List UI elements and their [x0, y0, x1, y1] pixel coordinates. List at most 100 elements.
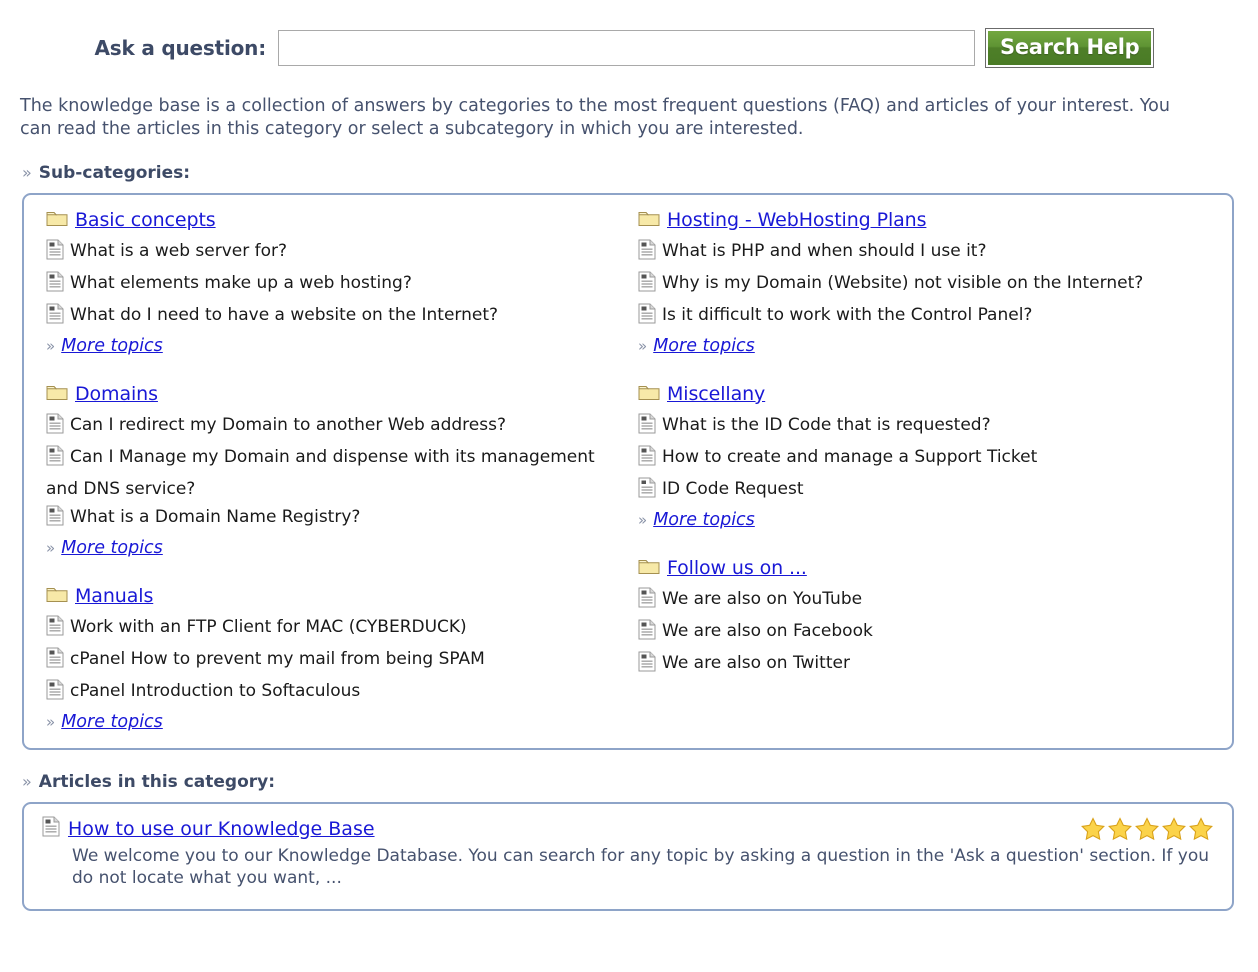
category-block: Hosting - WebHosting Plans What is PHP a… [638, 209, 1216, 356]
chevron-right-icon: » [22, 772, 32, 791]
search-bar: Ask a question: Search Help [0, 0, 1258, 71]
folder-icon [46, 383, 68, 405]
document-icon [46, 271, 64, 301]
category-header[interactable]: Miscellany [638, 383, 1216, 405]
topic-item[interactable]: What do I need to have a website on the … [46, 301, 618, 333]
category-header[interactable]: Hosting - WebHosting Plans [638, 209, 1216, 231]
more-topics-link[interactable]: More topics [61, 538, 163, 558]
document-icon [638, 619, 656, 649]
document-icon [638, 413, 656, 443]
topic-item[interactable]: We are also on Facebook [638, 617, 1216, 649]
topic-label: Is it difficult to work with the Control… [662, 305, 1033, 325]
subcategories-column-right: Hosting - WebHosting Plans What is PHP a… [628, 209, 1232, 732]
article-header[interactable]: How to use our Knowledge Base [42, 816, 1216, 841]
star-icon[interactable] [1080, 816, 1106, 846]
articles-heading-label: Articles in this category: [38, 772, 276, 792]
topic-label: What is PHP and when should I use it? [662, 241, 987, 261]
topic-label: Can I Manage my Domain and dispense with… [46, 447, 595, 499]
more-topics-row: » More topics [638, 336, 1216, 356]
category-block: Miscellany What is the ID Code that is r… [638, 383, 1216, 530]
topic-item[interactable]: What is PHP and when should I use it? [638, 237, 1216, 269]
topic-item[interactable]: What elements make up a web hosting? [46, 269, 618, 301]
more-topics-link[interactable]: More topics [61, 712, 163, 732]
topic-label: We are also on YouTube [662, 589, 863, 609]
topic-item[interactable]: We are also on YouTube [638, 585, 1216, 617]
topic-label: What is a Domain Name Registry? [70, 507, 361, 527]
category-link[interactable]: Miscellany [667, 383, 765, 405]
more-topics-link[interactable]: More topics [653, 510, 755, 530]
document-icon [638, 651, 656, 681]
document-icon [638, 587, 656, 617]
topic-item[interactable]: What is the ID Code that is requested? [638, 411, 1216, 443]
article-rating[interactable] [1080, 816, 1214, 846]
more-topics-link[interactable]: More topics [61, 336, 163, 356]
document-icon [638, 477, 656, 507]
topic-label: We are also on Facebook [662, 621, 873, 641]
chevron-right-icon: » [46, 337, 56, 355]
document-icon [638, 239, 656, 269]
document-icon [638, 303, 656, 333]
article-description: We welcome you to our Knowledge Database… [72, 846, 1210, 888]
more-topics-row: » More topics [46, 538, 618, 558]
topic-label: cPanel Introduction to Softaculous [70, 681, 361, 701]
topic-item[interactable]: cPanel Introduction to Softaculous [46, 677, 618, 709]
category-link[interactable]: Manuals [75, 585, 153, 607]
star-icon[interactable] [1161, 816, 1187, 846]
topic-label: What is a web server for? [70, 241, 288, 261]
document-icon [46, 615, 64, 645]
articles-heading: » Articles in this category: [22, 772, 1258, 792]
folder-icon [638, 383, 660, 405]
star-icon[interactable] [1188, 816, 1214, 846]
topic-label: Can I redirect my Domain to another Web … [70, 415, 506, 435]
subcategories-heading-label: Sub-categories: [38, 163, 191, 183]
topic-item[interactable]: ID Code Request [638, 475, 1216, 507]
folder-icon [638, 557, 660, 579]
topic-label: Why is my Domain (Website) not visible o… [662, 273, 1144, 293]
topic-item[interactable]: Work with an FTP Client for MAC (CYBERDU… [46, 613, 618, 645]
chevron-right-icon: » [638, 511, 648, 529]
category-link[interactable]: Follow us on ... [667, 557, 807, 579]
category-header[interactable]: Follow us on ... [638, 557, 1216, 579]
document-icon [42, 816, 60, 841]
chevron-right-icon: » [638, 337, 648, 355]
star-icon[interactable] [1107, 816, 1133, 846]
topic-label: cPanel How to prevent my mail from being… [70, 649, 485, 669]
category-block: Basic concepts What is a web server for?… [46, 209, 618, 356]
search-input[interactable] [278, 30, 975, 66]
search-help-button[interactable]: Search Help [986, 29, 1154, 67]
category-link[interactable]: Basic concepts [75, 209, 216, 231]
topic-item[interactable]: What is a web server for? [46, 237, 618, 269]
topic-label: What do I need to have a website on the … [70, 305, 499, 325]
chevron-right-icon: » [46, 713, 56, 731]
more-topics-link[interactable]: More topics [653, 336, 755, 356]
folder-icon [638, 209, 660, 231]
subcategories-panel: Basic concepts What is a web server for?… [22, 193, 1234, 750]
topic-item[interactable]: Can I Manage my Domain and dispense with… [46, 443, 618, 503]
topic-item[interactable]: How to create and manage a Support Ticke… [638, 443, 1216, 475]
category-header[interactable]: Basic concepts [46, 209, 618, 231]
chevron-right-icon: » [46, 539, 56, 557]
category-link[interactable]: Domains [75, 383, 158, 405]
topic-item[interactable]: Can I redirect my Domain to another Web … [46, 411, 618, 443]
category-header[interactable]: Manuals [46, 585, 618, 607]
document-icon [46, 239, 64, 269]
topic-label: We are also on Twitter [662, 653, 850, 673]
more-topics-row: » More topics [46, 712, 618, 732]
more-topics-row: » More topics [46, 336, 618, 356]
category-link[interactable]: Hosting - WebHosting Plans [667, 209, 927, 231]
article-title-link[interactable]: How to use our Knowledge Base [68, 818, 375, 840]
subcategories-heading: » Sub-categories: [22, 163, 1258, 183]
document-icon [638, 271, 656, 301]
category-header[interactable]: Domains [46, 383, 618, 405]
topic-item[interactable]: Is it difficult to work with the Control… [638, 301, 1216, 333]
topic-item[interactable]: What is a Domain Name Registry? [46, 503, 618, 535]
topic-item[interactable]: Why is my Domain (Website) not visible o… [638, 269, 1216, 301]
topic-item[interactable]: We are also on Twitter [638, 649, 1216, 681]
topic-label: How to create and manage a Support Ticke… [662, 447, 1038, 467]
topic-item[interactable]: cPanel How to prevent my mail from being… [46, 645, 618, 677]
document-icon [46, 303, 64, 333]
topic-label: What elements make up a web hosting? [70, 273, 412, 293]
articles-panel: How to use our Knowledge Base We welcome… [22, 802, 1234, 911]
document-icon [46, 445, 64, 475]
star-icon[interactable] [1134, 816, 1160, 846]
